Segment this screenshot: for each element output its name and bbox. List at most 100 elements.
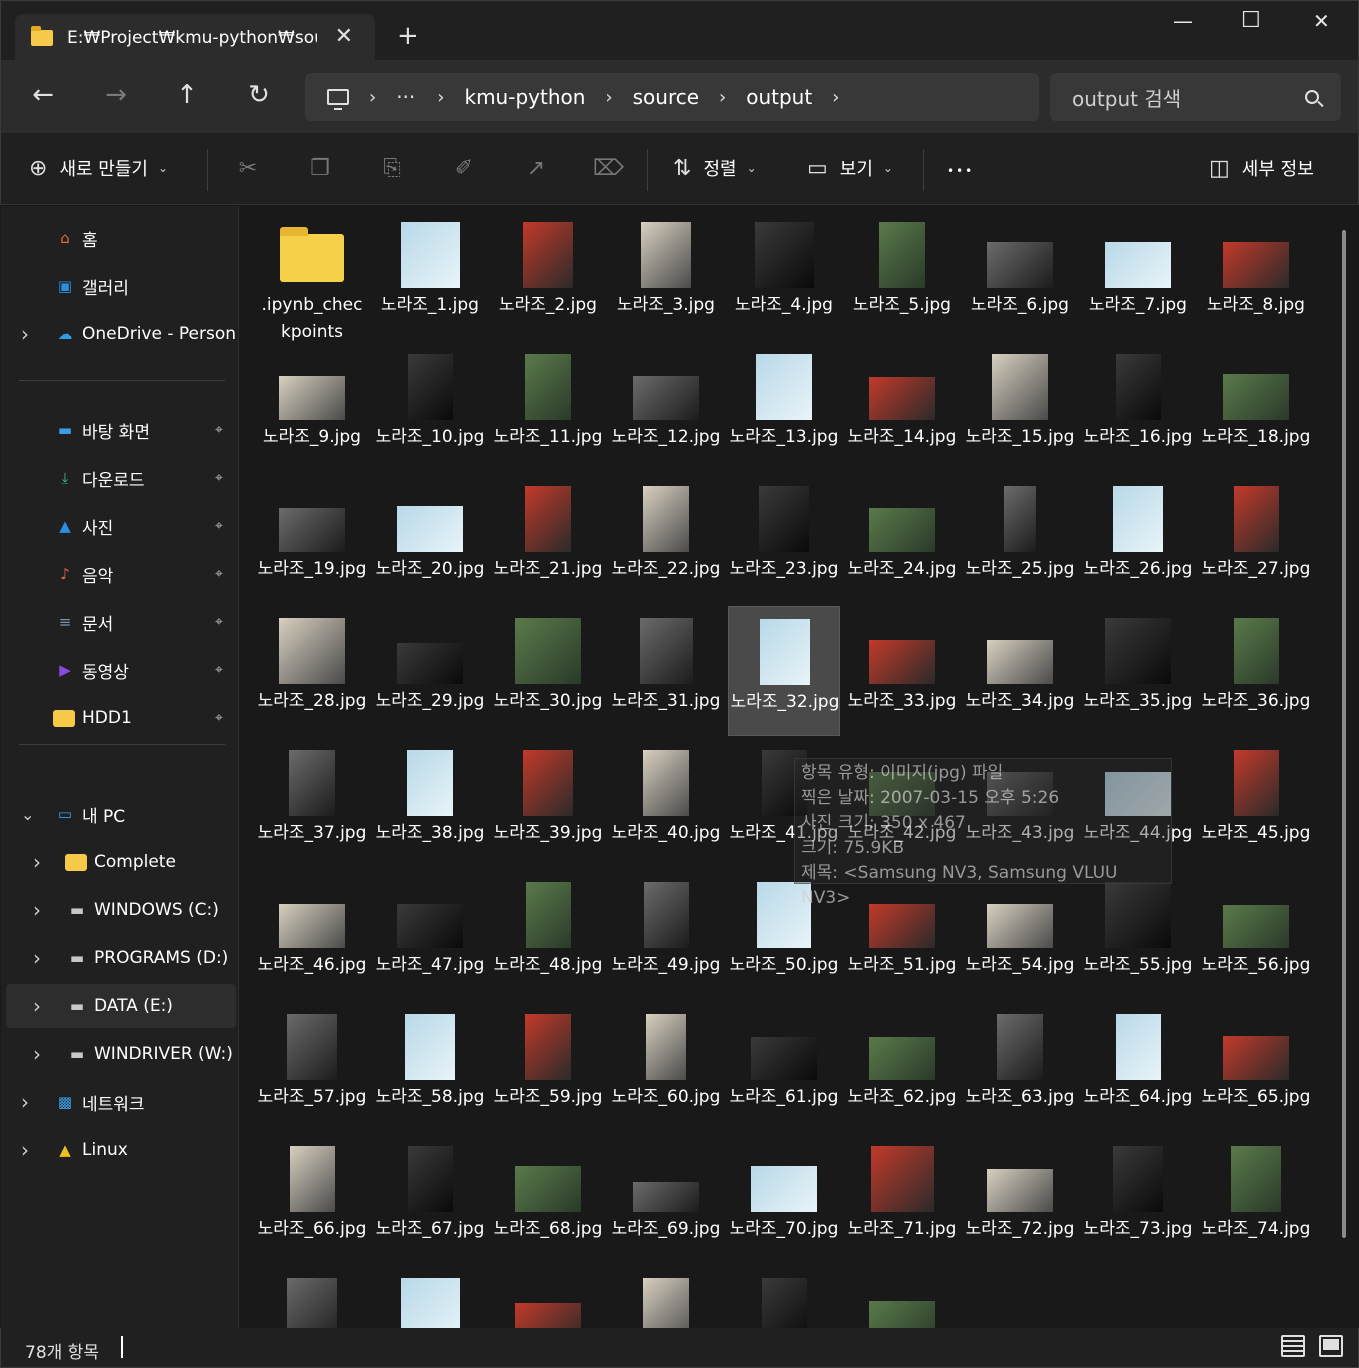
file-item[interactable]: 노라조_46.jpg [256, 870, 368, 1000]
sidebar-item-네트워크[interactable]: › ▩ 네트워크 [1, 1080, 236, 1124]
chevron-right-icon[interactable]: › [33, 898, 41, 922]
sidebar-item-windriver-w-[interactable]: › ▬ WINDRIVER (W:) [1, 1032, 236, 1076]
delete-icon[interactable]: ⌦ [593, 156, 624, 181]
file-item[interactable]: 노라조_71.jpg [846, 1134, 958, 1264]
file-item[interactable] [492, 1266, 604, 1328]
file-item[interactable]: 노라조_29.jpg [374, 606, 486, 736]
file-item[interactable]: 노라조_9.jpg [256, 342, 368, 472]
sidebar-item-음악[interactable]: ♪ 음악 ⌖ [1, 552, 236, 596]
sidebar-item-hdd1[interactable]: HDD1 ⌖ [1, 696, 236, 740]
vertical-scrollbar[interactable] [1342, 230, 1346, 1238]
sidebar-item-programs-d-[interactable]: › ▬ PROGRAMS (D:) [1, 936, 236, 980]
computer-icon[interactable] [327, 89, 349, 110]
more-crumbs-button[interactable]: ··· [396, 85, 415, 109]
file-item[interactable]: 노라조_74.jpg [1200, 1134, 1312, 1264]
file-item[interactable]: 노라조_20.jpg [374, 474, 486, 604]
file-item[interactable] [256, 1266, 368, 1328]
file-item[interactable]: 노라조_66.jpg [256, 1134, 368, 1264]
file-item[interactable]: 노라조_67.jpg [374, 1134, 486, 1264]
file-item[interactable]: 노라조_56.jpg [1200, 870, 1312, 1000]
tab-active[interactable]: E:₩Project₩kmu-python₩sou ✕ [15, 14, 375, 62]
file-item[interactable]: 노라조_36.jpg [1200, 606, 1312, 736]
rename-icon[interactable]: ✐ [449, 156, 479, 181]
file-item[interactable]: 노라조_16.jpg [1082, 342, 1194, 472]
file-item[interactable]: 노라조_38.jpg [374, 738, 486, 868]
sidebar-item-complete[interactable]: › Complete [1, 840, 236, 884]
sidebar-item-바탕-화면[interactable]: ▬ 바탕 화면 ⌖ [1, 408, 236, 452]
file-item[interactable]: 노라조_58.jpg [374, 1002, 486, 1132]
file-item[interactable]: 노라조_2.jpg [492, 210, 604, 340]
back-button[interactable]: ← [23, 80, 63, 110]
maximize-button[interactable]: ☐ [1241, 8, 1261, 33]
file-item[interactable]: 노라조_45.jpg [1200, 738, 1312, 868]
chevron-right-icon[interactable]: › [21, 1138, 29, 1162]
file-item[interactable]: 노라조_8.jpg [1200, 210, 1312, 340]
file-item[interactable]: 노라조_15.jpg [964, 342, 1076, 472]
file-item[interactable] [374, 1266, 486, 1328]
file-item[interactable]: 노라조_4.jpg [728, 210, 840, 340]
file-item[interactable]: 노라조_33.jpg [846, 606, 958, 736]
file-item[interactable]: 노라조_26.jpg [1082, 474, 1194, 604]
file-item[interactable]: 노라조_47.jpg [374, 870, 486, 1000]
file-item[interactable]: 노라조_12.jpg [610, 342, 722, 472]
file-item[interactable]: 노라조_64.jpg [1082, 1002, 1194, 1132]
chevron-right-icon[interactable]: › [21, 1090, 29, 1114]
chevron-right-icon[interactable]: › [719, 87, 726, 108]
pin-icon[interactable]: ⌖ [215, 710, 223, 726]
share-icon[interactable]: ↗ [521, 156, 551, 181]
file-item[interactable]: 노라조_6.jpg [964, 210, 1076, 340]
pin-icon[interactable]: ⌖ [215, 662, 223, 678]
file-item[interactable]: 노라조_70.jpg [728, 1134, 840, 1264]
file-item[interactable]: 노라조_28.jpg [256, 606, 368, 736]
paste-icon[interactable]: ⎘ [377, 156, 407, 181]
chevron-right-icon[interactable]: › [33, 850, 41, 874]
file-item[interactable]: 노라조_61.jpg [728, 1002, 840, 1132]
sidebar-item-동영상[interactable]: ▶ 동영상 ⌖ [1, 648, 236, 692]
file-item[interactable]: 노라조_69.jpg [610, 1134, 722, 1264]
chevron-right-icon[interactable]: › [21, 322, 29, 346]
file-item[interactable]: 노라조_72.jpg [964, 1134, 1076, 1264]
chevron-right-icon[interactable]: › [369, 87, 376, 108]
file-item[interactable]: 노라조_11.jpg [492, 342, 604, 472]
sidebar-item-linux[interactable]: › ▲ Linux [1, 1128, 236, 1172]
file-item[interactable]: 노라조_30.jpg [492, 606, 604, 736]
breadcrumb-kmu-python[interactable]: kmu-python [464, 85, 585, 109]
sort-button[interactable]: ⇅ 정렬 ⌄ [673, 155, 757, 181]
sidebar-item-onedrive-personal[interactable]: › ☁ OneDrive - Personal [1, 312, 236, 356]
file-item[interactable]: 노라조_5.jpg [846, 210, 958, 340]
file-item[interactable]: 노라조_48.jpg [492, 870, 604, 1000]
chevron-down-icon[interactable]: ⌄ [21, 805, 34, 824]
folder-item[interactable]: .ipynb_checkpoints [256, 210, 368, 342]
file-item[interactable]: 노라조_40.jpg [610, 738, 722, 868]
file-item[interactable]: 노라조_73.jpg [1082, 1134, 1194, 1264]
file-item[interactable]: 노라조_22.jpg [610, 474, 722, 604]
file-item[interactable]: 노라조_3.jpg [610, 210, 722, 340]
refresh-button[interactable]: ↻ [239, 80, 279, 110]
file-item[interactable]: 노라조_65.jpg [1200, 1002, 1312, 1132]
file-item[interactable]: 노라조_10.jpg [374, 342, 486, 472]
file-item[interactable]: 노라조_62.jpg [846, 1002, 958, 1132]
sidebar-item-내-pc[interactable]: ⌄ ▭ 내 PC [1, 792, 236, 836]
file-item[interactable]: 노라조_60.jpg [610, 1002, 722, 1132]
new-button[interactable]: ⊕ 새로 만들기 ⌄ [29, 155, 168, 181]
file-item[interactable]: 노라조_24.jpg [846, 474, 958, 604]
file-item[interactable]: 노라조_59.jpg [492, 1002, 604, 1132]
chevron-right-icon[interactable]: › [33, 994, 41, 1018]
minimize-button[interactable]: — [1173, 9, 1193, 33]
chevron-right-icon[interactable]: › [832, 87, 839, 108]
breadcrumb-source[interactable]: source [633, 85, 699, 109]
chevron-right-icon[interactable]: › [437, 87, 444, 108]
file-item[interactable]: 노라조_13.jpg [728, 342, 840, 472]
file-item[interactable]: 노라조_34.jpg [964, 606, 1076, 736]
pin-icon[interactable]: ⌖ [215, 422, 223, 438]
file-item[interactable]: 노라조_32.jpg [728, 606, 840, 736]
file-item[interactable]: 노라조_1.jpg [374, 210, 486, 340]
forward-button[interactable]: → [96, 80, 136, 110]
file-item[interactable]: 노라조_57.jpg [256, 1002, 368, 1132]
file-item[interactable]: 노라조_35.jpg [1082, 606, 1194, 736]
file-item[interactable] [846, 1266, 958, 1328]
file-item[interactable] [610, 1266, 722, 1328]
chevron-right-icon[interactable]: › [605, 87, 612, 108]
sidebar-item-windows-c-[interactable]: › ▬ WINDOWS (C:) [1, 888, 236, 932]
file-item[interactable]: 노라조_39.jpg [492, 738, 604, 868]
